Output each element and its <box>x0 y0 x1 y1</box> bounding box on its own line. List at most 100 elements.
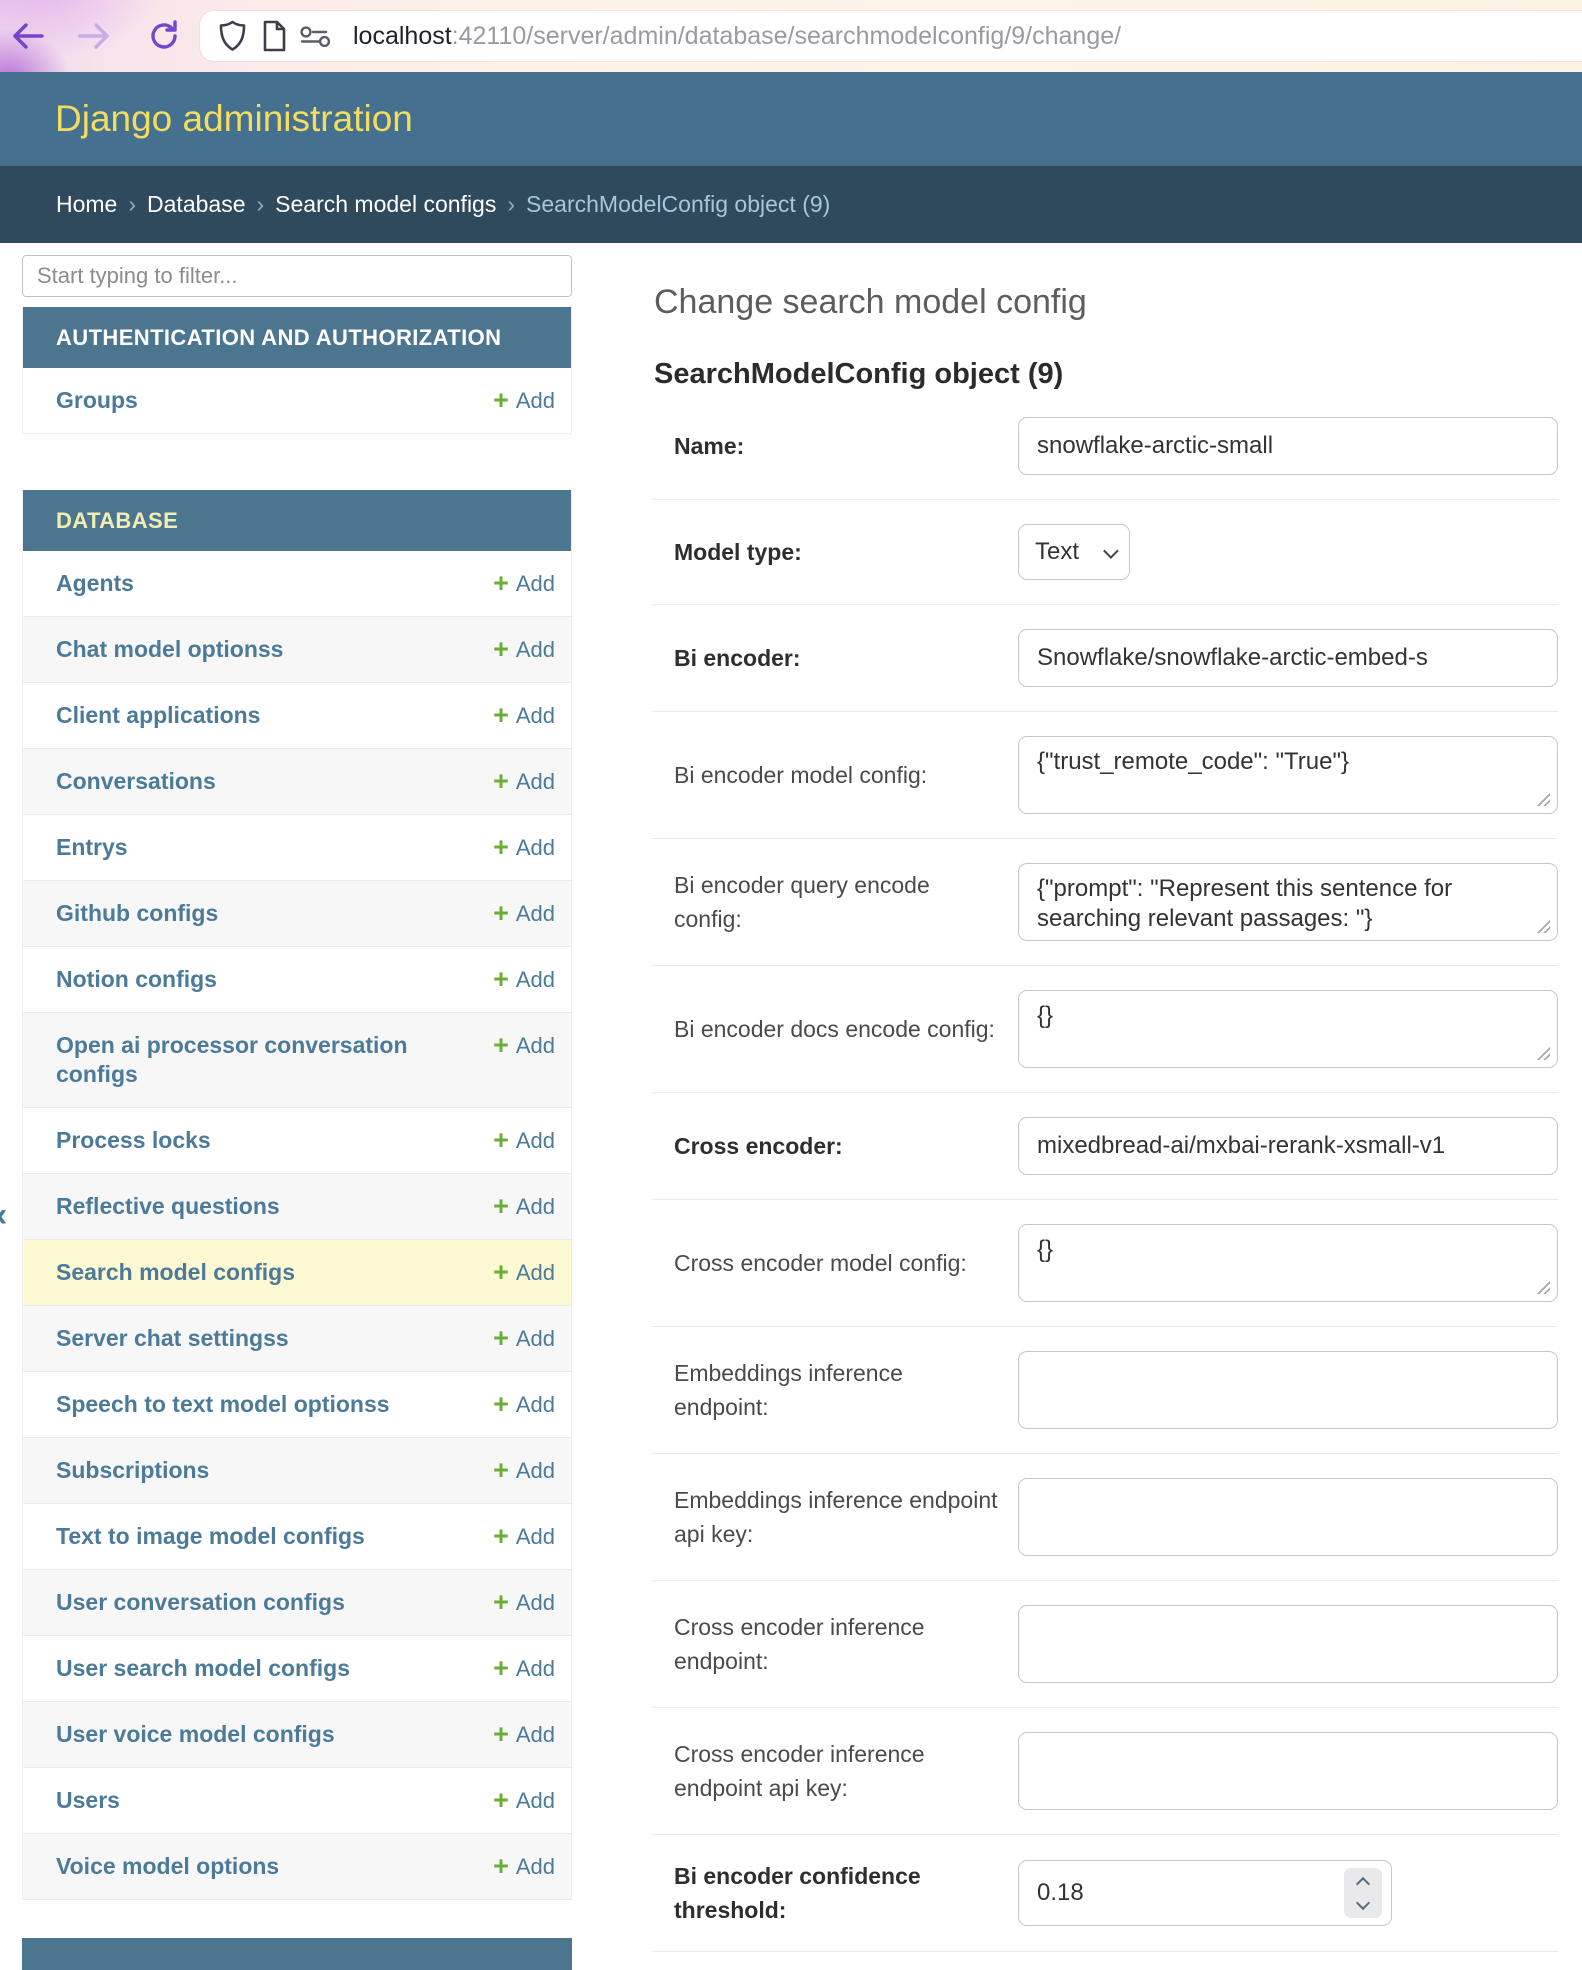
add-label: Add <box>516 965 555 994</box>
plus-icon: + <box>493 1126 509 1155</box>
sidebar-link-notion-configs[interactable]: Notion configs <box>56 965 493 994</box>
breadcrumb-search-model-configs[interactable]: Search model configs <box>275 191 496 218</box>
sidebar-link-users[interactable]: Users <box>56 1786 493 1815</box>
page-info-icon[interactable] <box>261 20 287 52</box>
input-bi-encoder[interactable] <box>1018 629 1558 687</box>
add-link-conversations[interactable]: +Add <box>493 767 555 796</box>
shield-icon[interactable] <box>218 20 247 52</box>
input-name[interactable] <box>1018 417 1558 475</box>
sidebar-module-database: DATABASEAgents+AddChat model optionss+Ad… <box>22 490 572 1900</box>
number-input-bi-encoder-confidence-threshold[interactable]: 0.18 <box>1018 1860 1392 1926</box>
field-label-bi-encoder-model-config: Bi encoder model config: <box>674 758 1018 792</box>
add-label: Add <box>516 1786 555 1815</box>
forward-icon[interactable] <box>74 16 114 56</box>
sidebar-link-conversations[interactable]: Conversations <box>56 767 493 796</box>
add-link-text-to-image-model-configs[interactable]: +Add <box>493 1522 555 1551</box>
sidebar-item-voice-model-options: Voice model options+Add <box>23 1834 571 1900</box>
add-link-reflective-questions[interactable]: +Add <box>493 1192 555 1221</box>
sidebar-link-text-to-image-model-configs[interactable]: Text to image model configs <box>56 1522 493 1551</box>
textarea-bi-encoder-docs-encode-config[interactable]: {} <box>1018 990 1558 1068</box>
sidebar-item-user-conversation-configs: User conversation configs+Add <box>23 1570 571 1636</box>
sidebar-link-voice-model-options[interactable]: Voice model options <box>56 1852 493 1881</box>
page-title: Change search model config <box>654 283 1558 322</box>
add-link-server-chat-settingss[interactable]: +Add <box>493 1324 555 1353</box>
add-link-notion-configs[interactable]: +Add <box>493 965 555 994</box>
add-link-users[interactable]: +Add <box>493 1786 555 1815</box>
sidebar-link-groups[interactable]: Groups <box>56 386 493 415</box>
field-label-bi-encoder: Bi encoder: <box>674 641 1018 675</box>
add-link-client-applications[interactable]: +Add <box>493 701 555 730</box>
breadcrumb-database[interactable]: Database <box>147 191 245 218</box>
add-link-user-search-model-configs[interactable]: +Add <box>493 1654 555 1683</box>
sidebar-link-user-search-model-configs[interactable]: User search model configs <box>56 1654 493 1683</box>
form-row-bi-encoder-confidence-threshold: Bi encoder confidence threshold:0.18 <box>652 1835 1558 1952</box>
sidebar-link-user-conversation-configs[interactable]: User conversation configs <box>56 1588 493 1617</box>
sidebar-link-reflective-questions[interactable]: Reflective questions <box>56 1192 493 1221</box>
permissions-icon[interactable] <box>299 25 333 47</box>
sidebar-item-subscriptions: Subscriptions+Add <box>23 1438 571 1504</box>
add-link-user-voice-model-configs[interactable]: +Add <box>493 1720 555 1749</box>
sidebar-link-open-ai-processor-conversation-configs[interactable]: Open ai processor conversation configs <box>56 1031 493 1089</box>
add-link-agents[interactable]: +Add <box>493 569 555 598</box>
sidebar-item-server-chat-settingss: Server chat settingss+Add <box>23 1306 571 1372</box>
sidebar-link-subscriptions[interactable]: Subscriptions <box>56 1456 493 1485</box>
add-link-user-conversation-configs[interactable]: +Add <box>493 1588 555 1617</box>
sidebar-link-client-applications[interactable]: Client applications <box>56 701 493 730</box>
number-spinner[interactable] <box>1344 1868 1382 1918</box>
sidebar-link-server-chat-settingss[interactable]: Server chat settingss <box>56 1324 493 1353</box>
refresh-icon[interactable] <box>144 16 184 56</box>
textarea-bi-encoder-query-encode-config[interactable]: {"prompt": "Represent this sentence for … <box>1018 863 1558 941</box>
plus-icon: + <box>493 1720 509 1749</box>
add-link-voice-model-options[interactable]: +Add <box>493 1852 555 1881</box>
spinner-up-icon[interactable] <box>1356 1876 1370 1890</box>
plus-icon: + <box>493 1588 509 1617</box>
sidebar-link-entrys[interactable]: Entrys <box>56 833 493 862</box>
sidebar-item-groups: Groups+Add <box>23 368 571 434</box>
spinner-down-icon[interactable] <box>1356 1895 1370 1909</box>
form-row-model-type: Model type:Text <box>652 500 1558 605</box>
address-bar[interactable]: localhost:42110/server/admin/database/se… <box>200 11 1582 61</box>
add-link-github-configs[interactable]: +Add <box>493 899 555 928</box>
site-title[interactable]: Django administration <box>55 98 413 140</box>
add-link-entrys[interactable]: +Add <box>493 833 555 862</box>
sidebar-link-user-voice-model-configs[interactable]: User voice model configs <box>56 1720 493 1749</box>
plus-icon: + <box>493 1456 509 1485</box>
breadcrumb-home[interactable]: Home <box>56 191 117 218</box>
add-link-speech-to-text-model-optionss[interactable]: +Add <box>493 1390 555 1419</box>
sidebar-link-speech-to-text-model-optionss[interactable]: Speech to text model optionss <box>56 1390 493 1419</box>
sidebar-nav: AUTHENTICATION AND AUTHORIZATIONGroups+A… <box>22 243 572 1970</box>
select-model-type[interactable]: Text <box>1018 524 1130 580</box>
add-link-open-ai-processor-conversation-configs[interactable]: +Add <box>493 1031 555 1060</box>
field-label-cross-encoder: Cross encoder: <box>674 1129 1018 1163</box>
sidebar-link-process-locks[interactable]: Process locks <box>56 1126 493 1155</box>
sidebar-toggle-icon[interactable]: ‹ <box>0 1198 7 1232</box>
input-embeddings-inference-endpoint[interactable] <box>1018 1351 1558 1429</box>
input-cross-encoder-inference-endpoint[interactable] <box>1018 1605 1558 1683</box>
input-cross-encoder[interactable] <box>1018 1117 1558 1175</box>
sidebar-link-search-model-configs[interactable]: Search model configs <box>56 1258 493 1287</box>
field-control: 0.18 <box>1018 1860 1392 1926</box>
sidebar-item-process-locks: Process locks+Add <box>23 1108 571 1174</box>
field-control: Text <box>1018 524 1130 580</box>
add-label: Add <box>516 1654 555 1683</box>
add-link-search-model-configs[interactable]: +Add <box>493 1258 555 1287</box>
add-link-process-locks[interactable]: +Add <box>493 1126 555 1155</box>
add-link-groups[interactable]: +Add <box>493 386 555 415</box>
textarea-bi-encoder-model-config[interactable]: {"trust_remote_code": "True"} <box>1018 736 1558 814</box>
sidebar-link-github-configs[interactable]: Github configs <box>56 899 493 928</box>
sidebar-link-chat-model-optionss[interactable]: Chat model optionss <box>56 635 493 664</box>
input-cross-encoder-inference-endpoint-api-key[interactable] <box>1018 1732 1558 1810</box>
sidebar-link-agents[interactable]: Agents <box>56 569 493 598</box>
field-label-bi-encoder-confidence-threshold: Bi encoder confidence threshold: <box>674 1859 1018 1927</box>
add-link-subscriptions[interactable]: +Add <box>493 1456 555 1485</box>
back-icon[interactable] <box>8 16 48 56</box>
field-control <box>1018 1117 1558 1175</box>
input-embeddings-inference-endpoint-api-key[interactable] <box>1018 1478 1558 1556</box>
sidebar-filter-input[interactable] <box>22 255 572 297</box>
sidebar-module-authentication-and-authorization: AUTHENTICATION AND AUTHORIZATIONGroups+A… <box>22 307 572 434</box>
change-form: Name:Model type:TextBi encoder:Bi encode… <box>652 393 1558 1952</box>
field-control: {} <box>1018 990 1558 1068</box>
add-label: Add <box>516 701 555 730</box>
textarea-cross-encoder-model-config[interactable]: {} <box>1018 1224 1558 1302</box>
add-link-chat-model-optionss[interactable]: +Add <box>493 635 555 664</box>
